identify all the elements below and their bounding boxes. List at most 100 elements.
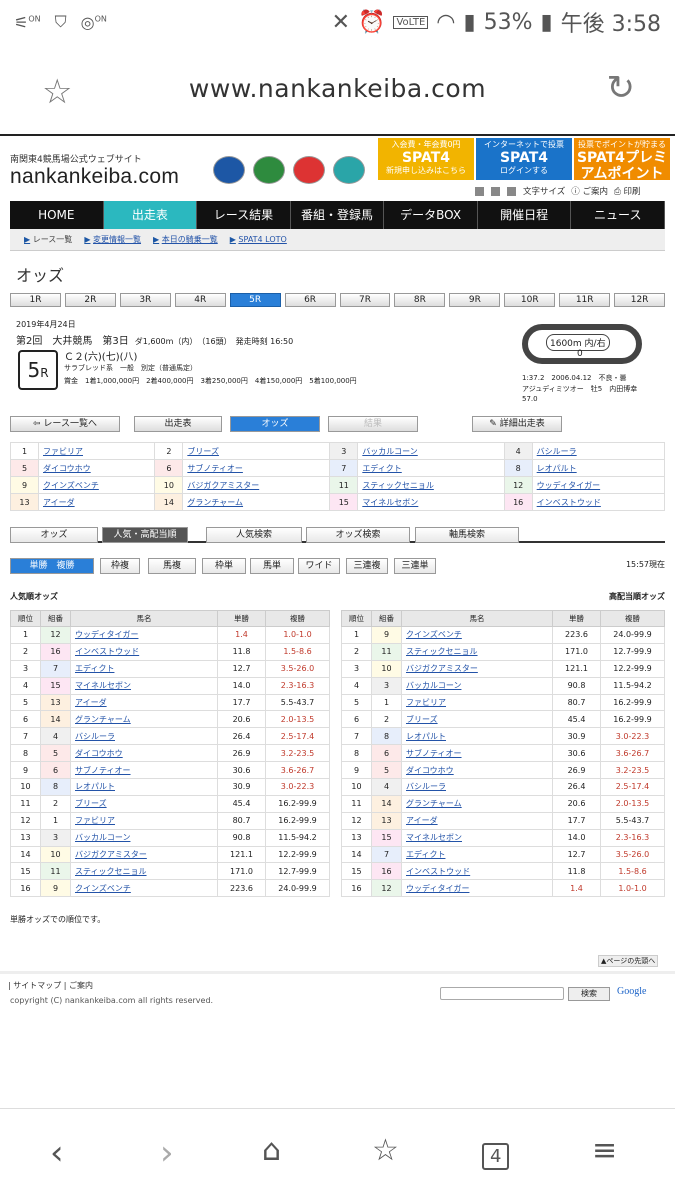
horse-name-link[interactable]: インベストウッド <box>401 862 553 881</box>
bet-type-button[interactable]: 枠単 <box>202 558 246 574</box>
horse-name-link[interactable]: エディクト <box>70 659 218 678</box>
odds-tab[interactable]: オッズ <box>10 527 98 543</box>
horse-name-link[interactable]: スティックセニョル <box>357 476 505 494</box>
race-tab[interactable]: 6R <box>284 293 336 307</box>
bet-type-button[interactable]: 三連単 <box>394 558 436 574</box>
home-icon[interactable]: ⌂ <box>262 1133 281 1168</box>
race-tab[interactable]: 5R <box>229 293 281 307</box>
horse-name-link[interactable]: サブノティオー <box>401 744 553 763</box>
track-logo-icon[interactable] <box>293 156 325 184</box>
horse-name-link[interactable]: マイネルセボン <box>357 493 505 511</box>
nav-item[interactable]: レース結果 <box>197 201 291 229</box>
horse-name-link[interactable]: ダイコウホウ <box>401 761 553 780</box>
horse-name-link[interactable]: クインズベンチ <box>70 879 218 898</box>
back-to-list-button[interactable]: ⇦ レース一覧へ <box>10 416 120 432</box>
bet-type-button[interactable]: 単勝 複勝 <box>10 558 94 574</box>
race-tab[interactable]: 2R <box>64 293 116 307</box>
horse-name-link[interactable]: サブノティオー <box>182 459 331 477</box>
horse-name-link[interactable]: スティックセニョル <box>70 862 218 881</box>
horse-name-link[interactable]: バシルーラ <box>70 727 218 746</box>
horse-name-link[interactable]: バジガクアミスター <box>182 476 331 494</box>
nav-item[interactable]: データBOX <box>384 201 478 229</box>
spat4-banner[interactable]: 入会費・年会費0円 SPAT4 新規申し込みはこちら <box>378 138 474 180</box>
track-logo-icon[interactable] <box>213 156 245 184</box>
spat4-banner[interactable]: インターネットで投票 SPAT4 ログインする <box>476 138 572 180</box>
horse-name-link[interactable]: グランチャーム <box>401 794 553 813</box>
search-button[interactable]: 検索 <box>568 987 610 1001</box>
horse-name-link[interactable]: クインズベンチ <box>37 476 156 494</box>
horse-name-link[interactable]: マイネルセボン <box>401 828 553 847</box>
bookmarks-icon[interactable]: ☆ <box>372 1133 399 1168</box>
horse-name-link[interactable]: スティックセニョル <box>401 642 553 661</box>
site-logo[interactable]: nankankeiba.com <box>10 165 179 189</box>
site-search-input[interactable] <box>440 987 564 1000</box>
horse-name-link[interactable]: サブノティオー <box>70 761 218 780</box>
horse-name-link[interactable]: エディクト <box>357 459 505 477</box>
horse-name-link[interactable]: ファビリア <box>401 693 553 712</box>
forward-icon[interactable]: › <box>160 1133 174 1173</box>
race-tab[interactable]: 3R <box>119 293 171 307</box>
race-tab[interactable]: 7R <box>339 293 391 307</box>
horse-name-link[interactable]: インベストウッド <box>531 493 666 511</box>
url-field[interactable]: www.nankankeiba.com <box>0 74 675 103</box>
odds-button[interactable]: オッズ <box>230 416 320 432</box>
horse-name-link[interactable]: ウッディタイガー <box>401 879 553 898</box>
nav-item[interactable]: 出走表 <box>103 201 198 229</box>
font-medium-icon[interactable] <box>491 186 500 196</box>
race-tab[interactable]: 8R <box>394 293 446 307</box>
horse-name-link[interactable]: レオパルト <box>401 727 553 746</box>
bet-type-button[interactable]: 馬複 <box>148 558 196 574</box>
spat4-banner[interactable]: 投票でポイントが貯まる SPAT4プレミアムポイント ログインする <box>574 138 670 192</box>
horse-name-link[interactable]: ブリーズ <box>401 710 553 729</box>
track-logo-icon[interactable] <box>333 156 365 184</box>
race-card-button[interactable]: 出走表 <box>134 416 222 432</box>
nav-item[interactable]: HOME <box>10 201 104 229</box>
back-icon[interactable]: ‹ <box>50 1133 64 1173</box>
font-large-icon[interactable] <box>507 186 516 196</box>
track-logo-icon[interactable] <box>253 156 285 184</box>
detail-card-button[interactable]: ✎ 詳細出走表 <box>472 416 562 432</box>
print-link[interactable]: ⎙ 印刷 <box>614 185 641 197</box>
horse-name-link[interactable]: バジガクアミスター <box>70 845 218 864</box>
horse-name-link[interactable]: バッカルコーン <box>357 442 505 460</box>
odds-tab[interactable]: 軸馬検索 <box>415 527 519 543</box>
subnav-item[interactable]: ▶ 本日の騎乗一覧 <box>153 234 218 245</box>
guide-link[interactable]: ⓘ ご案内 <box>571 185 608 197</box>
horse-name-link[interactable]: バジガクアミスター <box>401 659 553 678</box>
reload-icon[interactable]: ↻ <box>607 68 636 108</box>
horse-name-link[interactable]: マイネルセボン <box>70 676 218 695</box>
horse-name-link[interactable]: バシルーラ <box>401 778 553 796</box>
horse-name-link[interactable]: ファビリア <box>37 442 156 460</box>
guide-link[interactable]: ご案内 <box>69 981 93 990</box>
horse-name-link[interactable]: レオパルト <box>70 778 218 796</box>
horse-name-link[interactable]: アイーダ <box>401 811 553 830</box>
menu-icon[interactable]: ≡ <box>592 1133 617 1168</box>
horse-name-link[interactable]: アイーダ <box>37 493 156 511</box>
nav-item[interactable]: 番組・登録馬 <box>291 201 385 229</box>
race-tab[interactable]: 9R <box>449 293 501 307</box>
tabs-icon[interactable]: 4 <box>482 1143 510 1170</box>
sitemap-link[interactable]: サイトマップ <box>13 981 61 990</box>
horse-name-link[interactable]: バッカルコーン <box>401 676 553 695</box>
nav-item[interactable]: ニュース <box>571 201 666 229</box>
horse-name-link[interactable]: ウッディタイガー <box>531 476 666 494</box>
bet-type-button[interactable]: 馬単 <box>250 558 294 574</box>
race-tab[interactable]: 4R <box>174 293 226 307</box>
race-tab[interactable]: 10R <box>504 293 556 307</box>
bet-type-button[interactable]: ワイド <box>298 558 340 574</box>
bet-type-button[interactable]: 枠複 <box>100 558 140 574</box>
horse-name-link[interactable]: レオパルト <box>531 459 666 477</box>
horse-name-link[interactable]: ブリーズ <box>182 442 331 460</box>
subnav-item[interactable]: ▶ 変更情報一覧 <box>84 234 141 245</box>
page-top-link[interactable]: ▲ページの先頭へ <box>598 955 659 967</box>
horse-name-link[interactable]: グランチャーム <box>182 493 331 511</box>
subnav-item[interactable]: ▶ SPAT4 LOTO <box>230 235 287 244</box>
horse-name-link[interactable]: ウッディタイガー <box>70 626 218 644</box>
odds-tab[interactable]: オッズ検索 <box>306 527 410 543</box>
nav-item[interactable]: 開催日程 <box>478 201 572 229</box>
horse-name-link[interactable]: ダイコウホウ <box>70 744 218 763</box>
bet-type-button[interactable]: 三連複 <box>346 558 388 574</box>
horse-name-link[interactable]: アイーダ <box>70 693 218 712</box>
horse-name-link[interactable]: ブリーズ <box>70 794 218 813</box>
horse-name-link[interactable]: クインズベンチ <box>401 626 553 644</box>
